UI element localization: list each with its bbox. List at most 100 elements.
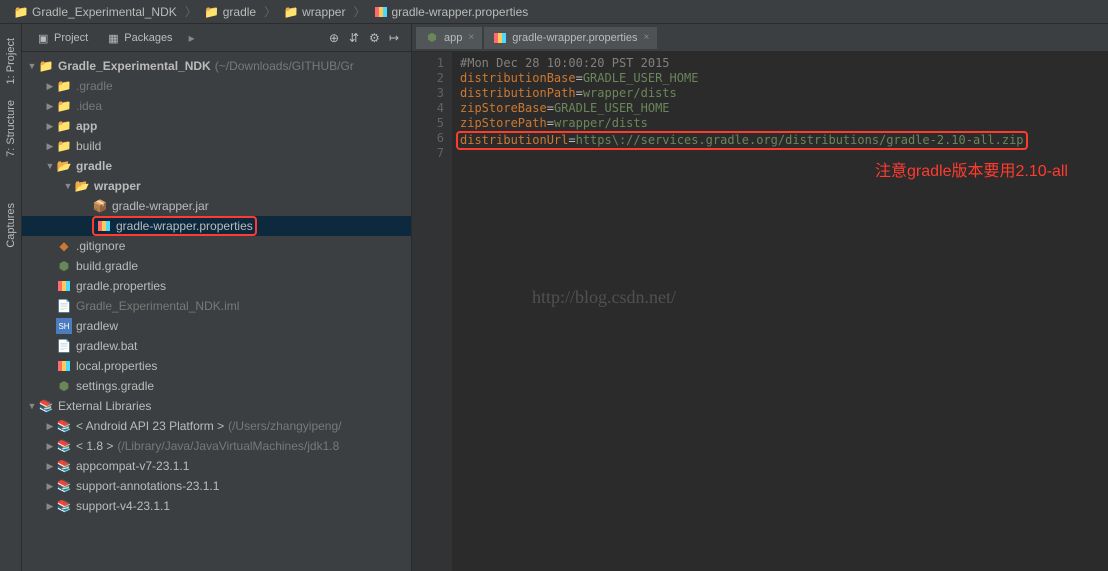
tree-node[interactable]: ▶📚< Android API 23 Platform >(/Users/zha… <box>22 416 411 436</box>
breadcrumb-bar: 📁 Gradle_Experimental_NDK 〉 📁 gradle 〉 📁… <box>0 0 1108 24</box>
tree-arrow-icon[interactable]: ▶ <box>44 500 56 512</box>
editor-content[interactable]: 1234567 #Mon Dec 28 10:00:20 PST 2015dis… <box>412 52 1108 571</box>
file-icon: 📄 <box>56 298 72 314</box>
project-panel: ▣ Project ▦ Packages ▸ ⊕ ⇵ ⚙ ↦ ▼ 📁 Gradl… <box>22 24 412 571</box>
tree-node[interactable]: 📄 gradlew.bat <box>22 336 411 356</box>
code-line[interactable]: distributionBase=GRADLE_USER_HOME <box>460 71 1100 86</box>
code-line[interactable]: #Mon Dec 28 10:00:20 PST 2015 <box>460 56 1100 71</box>
tree-node[interactable]: ▼📂wrapper <box>22 176 411 196</box>
breadcrumb-item[interactable]: 📁 Gradle_Experimental_NDK <box>8 3 183 21</box>
editor-area: ⬢ app × gradle-wrapper.properties × 1234… <box>412 24 1108 571</box>
annotation-note: 注意gradle版本要用2.10-all <box>875 164 1068 179</box>
tree-node-path: (/Users/zhangyipeng/ <box>228 419 341 433</box>
file-icon: 📄 <box>56 338 72 354</box>
tree-arrow-icon[interactable] <box>44 240 56 252</box>
tree-root[interactable]: ▼ 📁 Gradle_Experimental_NDK (~/Downloads… <box>22 56 411 76</box>
project-panel-header: ▣ Project ▦ Packages ▸ ⊕ ⇵ ⚙ ↦ <box>22 24 411 52</box>
editor-tab-app[interactable]: ⬢ app × <box>416 27 482 49</box>
tree-arrow-icon[interactable] <box>44 260 56 272</box>
line-number: 3 <box>416 86 444 101</box>
code-line[interactable]: distributionPath=wrapper/dists <box>460 86 1100 101</box>
tree-node[interactable]: ▶📚< 1.8 >(/Library/Java/JavaVirtualMachi… <box>22 436 411 456</box>
tree-node-label: gradlew <box>76 319 118 333</box>
packages-icon: ▦ <box>108 32 120 44</box>
tree-node[interactable]: ▼📂gradle <box>22 156 411 176</box>
collapse-icon[interactable]: ⇵ <box>349 31 363 45</box>
project-view-tab[interactable]: ▣ Project <box>30 30 96 46</box>
chevron-down-icon[interactable]: ▼ <box>26 60 38 72</box>
tree-node[interactable]: local.properties <box>22 356 411 376</box>
gear-icon[interactable]: ⚙ <box>369 31 383 45</box>
external-libraries[interactable]: ▼ 📚 External Libraries <box>22 396 411 416</box>
tree-node-label: gradlew.bat <box>76 339 137 353</box>
chevron-down-icon[interactable]: ▼ <box>26 400 38 412</box>
tree-arrow-icon[interactable]: ▼ <box>62 180 74 192</box>
tree-arrow-icon[interactable]: ▶ <box>44 460 56 472</box>
chevron-right-icon: 〉 <box>353 3 365 20</box>
tree-node[interactable]: ◆.gitignore <box>22 236 411 256</box>
tree-arrow-icon[interactable]: ▶ <box>44 80 56 92</box>
close-icon[interactable]: × <box>644 32 650 43</box>
tree-node[interactable]: gradle.properties <box>22 276 411 296</box>
tree-node[interactable]: gradle-wrapper.properties <box>22 216 411 236</box>
tree-node[interactable]: 📦gradle-wrapper.jar <box>22 196 411 216</box>
tree-node[interactable]: ▶📚appcompat-v7-23.1.1 <box>22 456 411 476</box>
tree-node[interactable]: ▶📁.idea <box>22 96 411 116</box>
breadcrumb-item[interactable]: 📁 gradle <box>199 3 262 21</box>
tree-node-label: .idea <box>76 99 102 113</box>
packages-view-tab[interactable]: ▦ Packages <box>100 30 180 46</box>
main-area: 1: Project 7: Structure Captures ▣ Proje… <box>0 24 1108 571</box>
tree-node-label: build.gradle <box>76 259 138 273</box>
tree-arrow-icon[interactable] <box>44 380 56 392</box>
editor-tab-properties[interactable]: gradle-wrapper.properties × <box>484 27 657 49</box>
hide-icon[interactable]: ↦ <box>389 31 403 45</box>
breadcrumb-item[interactable]: gradle-wrapper.properties <box>368 3 535 21</box>
tree-arrow-icon[interactable] <box>44 320 56 332</box>
tree-arrow-icon[interactable] <box>44 300 56 312</box>
tree-arrow-icon[interactable] <box>44 280 56 292</box>
captures-tool-tab[interactable]: Captures <box>3 197 19 254</box>
tree-arrow-icon[interactable]: ▶ <box>44 440 56 452</box>
tree-arrow-icon[interactable] <box>44 340 56 352</box>
target-icon[interactable]: ⊕ <box>329 31 343 45</box>
project-tree[interactable]: ▼ 📁 Gradle_Experimental_NDK (~/Downloads… <box>22 52 411 571</box>
folder-icon: 📁 <box>56 138 72 154</box>
structure-tool-tab[interactable]: 7: Structure <box>3 94 19 163</box>
tree-node-path: (/Library/Java/JavaVirtualMachines/jdk1.… <box>117 439 339 453</box>
tree-node[interactable]: ⬢settings.gradle <box>22 376 411 396</box>
tree-node-label: < 1.8 > <box>76 439 113 453</box>
tree-node[interactable]: 📄Gradle_Experimental_NDK.iml <box>22 296 411 316</box>
code-line[interactable]: zipStorePath=wrapper/dists <box>460 116 1100 131</box>
tree-arrow-icon[interactable]: ▼ <box>44 160 56 172</box>
tree-arrow-icon[interactable] <box>80 220 92 232</box>
code-line[interactable]: zipStoreBase=GRADLE_USER_HOME <box>460 101 1100 116</box>
line-number: 4 <box>416 101 444 116</box>
tree-arrow-icon[interactable]: ▶ <box>44 100 56 112</box>
tree-node[interactable]: ▶📁build <box>22 136 411 156</box>
project-tool-tab[interactable]: 1: Project <box>3 32 19 90</box>
tree-node-label: support-v4-23.1.1 <box>76 499 170 513</box>
code-line[interactable]: distributionUrl=https\://services.gradle… <box>460 131 1100 150</box>
tree-node[interactable]: SHgradlew <box>22 316 411 336</box>
close-icon[interactable]: × <box>468 32 474 43</box>
tree-node[interactable]: ▶📁app <box>22 116 411 136</box>
tree-arrow-icon[interactable] <box>44 360 56 372</box>
tree-arrow-icon[interactable] <box>80 200 92 212</box>
tree-node[interactable]: ▶📚support-annotations-23.1.1 <box>22 476 411 496</box>
code-area[interactable]: #Mon Dec 28 10:00:20 PST 2015distributio… <box>452 52 1108 571</box>
properties-file-icon <box>492 30 508 46</box>
chevron-right-icon[interactable]: ▸ <box>189 31 195 45</box>
tree-arrow-icon[interactable]: ▶ <box>44 120 56 132</box>
folder-icon: 📁 <box>284 5 298 19</box>
tree-arrow-icon[interactable]: ▶ <box>44 420 56 432</box>
breadcrumb-item[interactable]: 📁 wrapper <box>278 3 351 21</box>
tree-arrow-icon[interactable]: ▶ <box>44 480 56 492</box>
tree-node[interactable]: ⬢build.gradle <box>22 256 411 276</box>
line-number: 6 <box>416 131 444 146</box>
project-icon: ▣ <box>38 32 50 44</box>
tree-arrow-icon[interactable]: ▶ <box>44 140 56 152</box>
tree-node-label: local.properties <box>76 359 157 373</box>
library-icon: 📚 <box>56 458 72 474</box>
tree-node[interactable]: ▶📁.gradle <box>22 76 411 96</box>
tree-node[interactable]: ▶📚support-v4-23.1.1 <box>22 496 411 516</box>
